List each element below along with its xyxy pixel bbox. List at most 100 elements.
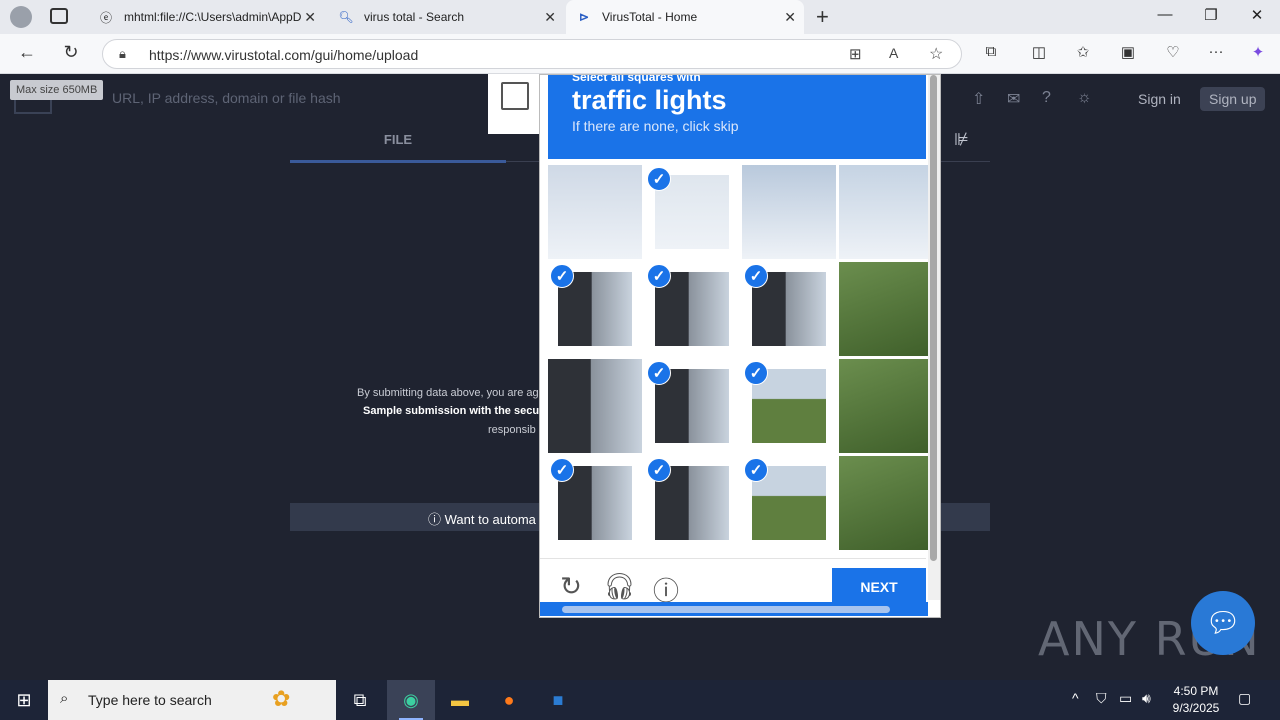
firefox-button[interactable]: ● bbox=[485, 680, 533, 720]
captcha-tile[interactable]: ✓ bbox=[742, 359, 836, 453]
address-bar[interactable]: 🔒︎ https://www.virustotal.com/gui/home/u… bbox=[102, 39, 962, 69]
sign-in-link[interactable]: Sign in bbox=[1138, 91, 1181, 107]
notifications-center-icon[interactable]: ▢ bbox=[1238, 690, 1251, 707]
favorites-icon[interactable]: ✩ bbox=[1071, 43, 1095, 61]
captcha-tile[interactable] bbox=[548, 165, 642, 259]
taskbar-clock[interactable]: 4:50 PM 9/3/2025 bbox=[1164, 683, 1228, 717]
tab-mhtml[interactable]: ⓔ mhtml:file://C:\Users\admin\AppD ✕ bbox=[88, 0, 324, 34]
close-icon[interactable]: ✕ bbox=[784, 9, 796, 26]
tab-virustotal[interactable]: ⊳ VirusTotal - Home ✕ bbox=[566, 0, 804, 34]
favorite-star-icon[interactable]: ☆ bbox=[929, 44, 943, 64]
tab-mhtml-label: mhtml:file://C:\Users\admin\AppD bbox=[124, 10, 302, 24]
minimize-button[interactable]: — bbox=[1150, 6, 1180, 23]
captcha-tile[interactable] bbox=[548, 359, 642, 453]
search-icon: 🔍︎ bbox=[338, 10, 354, 24]
task-view-button[interactable]: ⧉ bbox=[336, 680, 384, 720]
captcha-tile[interactable]: ✓ bbox=[548, 456, 642, 550]
captcha-tile[interactable]: ✓ bbox=[548, 262, 642, 356]
selected-check-icon: ✓ bbox=[550, 458, 574, 482]
virustotal-icon: ⊳ bbox=[578, 10, 590, 24]
tile-image bbox=[548, 359, 642, 453]
selected-check-icon: ✓ bbox=[647, 458, 671, 482]
close-window-button[interactable]: ✕ bbox=[1242, 6, 1272, 24]
clock-date: 9/3/2025 bbox=[1172, 701, 1220, 715]
selected-check-icon: ✓ bbox=[744, 361, 768, 385]
restore-button[interactable]: ❐ bbox=[1196, 6, 1226, 24]
search-input[interactable]: URL, IP address, domain or file hash bbox=[112, 90, 341, 106]
url-text: https://www.virustotal.com/gui/home/uplo… bbox=[149, 47, 419, 63]
captcha-tile[interactable]: ✓ bbox=[645, 359, 739, 453]
new-tab-button[interactable]: + bbox=[816, 4, 829, 30]
captcha-tile[interactable] bbox=[742, 165, 836, 259]
clock-time: 4:50 PM bbox=[1173, 684, 1219, 698]
tab-actions-icon[interactable] bbox=[50, 8, 68, 24]
back-button[interactable]: ← bbox=[14, 42, 40, 63]
split-screen-icon[interactable]: ◫ bbox=[1027, 43, 1051, 61]
browser-essentials-icon[interactable]: ♡ bbox=[1161, 43, 1185, 61]
refresh-button[interactable]: ↻ bbox=[58, 42, 84, 63]
taskbar-search[interactable]: ⌕ Type here to search ✿ bbox=[48, 680, 336, 720]
captcha-challenge: Select all squares with traffic lights I… bbox=[539, 74, 941, 618]
network-icon[interactable]: ▭ bbox=[1119, 690, 1132, 707]
notifications-icon[interactable]: ✉ bbox=[1007, 89, 1020, 109]
captcha-tile[interactable] bbox=[839, 262, 933, 356]
app-available-icon[interactable]: ⊞ bbox=[849, 45, 862, 63]
outlook-icon: ■ bbox=[552, 690, 564, 710]
lock-icon[interactable]: 🔒︎ bbox=[119, 46, 126, 62]
file-explorer-button[interactable]: ▬ bbox=[436, 680, 484, 720]
security-icon[interactable]: ⛉ bbox=[1096, 690, 1107, 707]
address-row: ← ↻ 🔒︎ https://www.virustotal.com/gui/ho… bbox=[0, 34, 1280, 74]
outlook-button[interactable]: ■ bbox=[534, 680, 582, 720]
scrollbar-thumb[interactable] bbox=[562, 606, 890, 613]
tab-file[interactable]: FILE bbox=[290, 132, 506, 147]
edge-taskbar-button[interactable]: ◉ bbox=[387, 680, 435, 720]
captcha-tile[interactable]: ✓ bbox=[645, 262, 739, 356]
close-icon[interactable]: ✕ bbox=[544, 9, 556, 26]
tab-search[interactable]: 🔍︎ virus total - Search ✕ bbox=[328, 0, 564, 34]
windows-logo-icon: ⊞ bbox=[16, 690, 32, 710]
flowers-icon: ✿ bbox=[272, 686, 291, 711]
captcha-tile[interactable] bbox=[839, 456, 933, 550]
captcha-tile[interactable]: ✓ bbox=[742, 262, 836, 356]
captcha-checkbox[interactable] bbox=[501, 82, 529, 110]
captcha-checkbox-frame bbox=[488, 74, 540, 134]
folder-icon: ▬ bbox=[451, 690, 469, 710]
submit-security-text: Sample submission with the secu bbox=[363, 405, 540, 417]
captcha-vertical-scrollbar[interactable] bbox=[928, 75, 940, 600]
sign-up-button[interactable]: Sign up bbox=[1200, 87, 1266, 111]
chat-button[interactable]: 💬︎ bbox=[1191, 591, 1255, 655]
profile-avatar[interactable] bbox=[10, 6, 32, 28]
captcha-tile[interactable]: ✓ bbox=[645, 456, 739, 550]
theme-toggle-icon[interactable]: ☼ bbox=[1077, 89, 1092, 107]
read-aloud-icon[interactable]: A bbox=[889, 45, 898, 61]
headphones-icon[interactable]: 🎧︎ bbox=[603, 571, 636, 602]
captcha-header: Select all squares with traffic lights I… bbox=[548, 75, 926, 159]
help-icon[interactable]: ? bbox=[1042, 89, 1051, 107]
scrollbar-thumb[interactable] bbox=[930, 75, 937, 561]
copilot-icon[interactable]: ✦ bbox=[1246, 43, 1270, 61]
tile-image bbox=[839, 456, 933, 550]
captcha-tile[interactable]: ✓ bbox=[742, 456, 836, 550]
more-menu-icon[interactable]: ··· bbox=[1204, 43, 1228, 60]
start-button[interactable]: ⊞ bbox=[0, 680, 48, 720]
captcha-tile[interactable] bbox=[839, 359, 933, 453]
max-size-tooltip: Max size 650MB bbox=[10, 80, 104, 100]
close-icon[interactable]: ✕ bbox=[304, 9, 316, 26]
captcha-horizontal-scrollbar[interactable] bbox=[540, 602, 928, 616]
search-options-icon[interactable]: ⊯ bbox=[954, 130, 969, 150]
captcha-footer-divider bbox=[540, 558, 926, 559]
collections-icon[interactable]: ▣ bbox=[1116, 43, 1140, 61]
tile-image bbox=[548, 165, 642, 259]
extensions-icon[interactable]: ⧉ bbox=[979, 43, 1003, 60]
selected-check-icon: ✓ bbox=[647, 167, 671, 191]
selected-check-icon: ✓ bbox=[550, 264, 574, 288]
captcha-tile[interactable] bbox=[839, 165, 933, 259]
edge-icon: ◉ bbox=[403, 690, 419, 710]
upload-icon[interactable]: ⇧ bbox=[972, 89, 985, 109]
captcha-tile[interactable]: ✓ bbox=[645, 165, 739, 259]
volume-icon[interactable]: 🔊︎ bbox=[1142, 690, 1151, 707]
tray-overflow-icon[interactable]: ^ bbox=[1072, 690, 1079, 706]
submit-responsible-text: responsib bbox=[488, 424, 536, 436]
reload-icon[interactable]: ↻ bbox=[556, 571, 586, 602]
captcha-skip-hint: If there are none, click skip bbox=[572, 118, 739, 134]
